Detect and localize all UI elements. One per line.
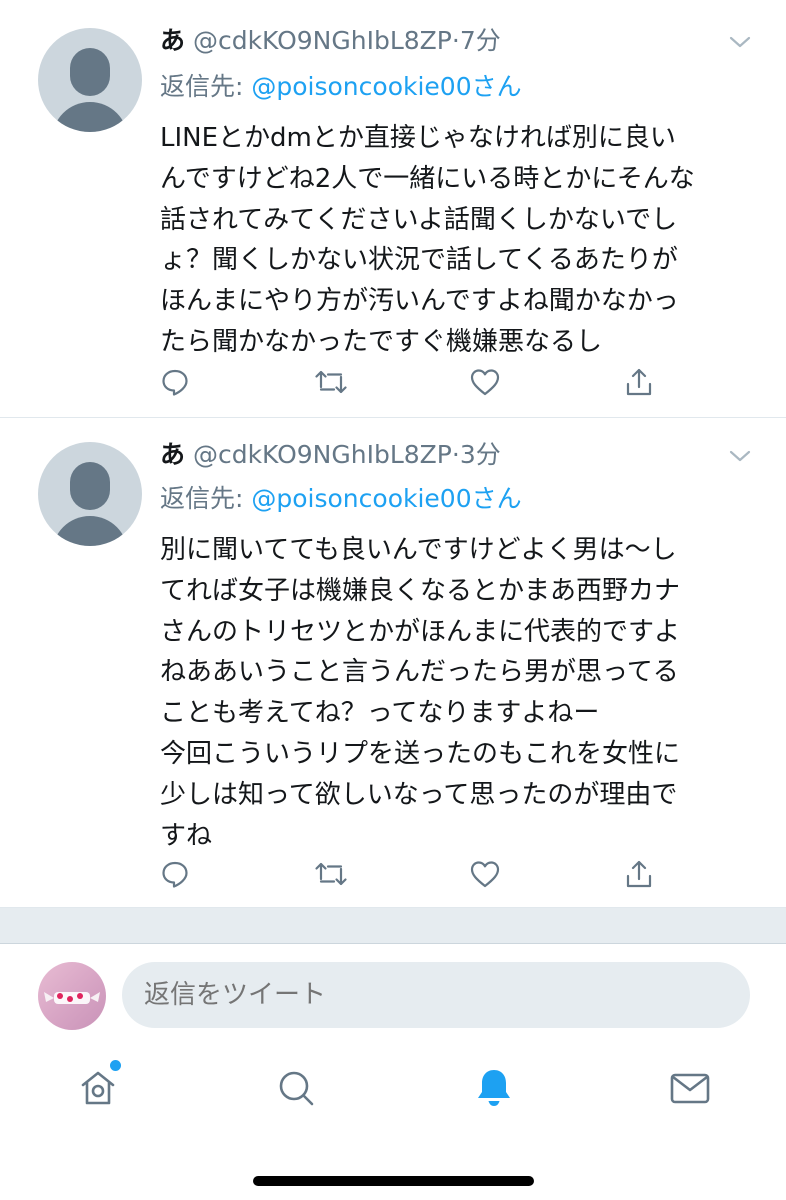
reply-mention-link[interactable]: @poisoncookie00さん <box>251 72 521 101</box>
tab-search[interactable] <box>274 1066 318 1110</box>
avatar-default[interactable] <box>38 442 142 546</box>
bottom-tab-bar <box>0 1044 786 1200</box>
reply-to-line: 返信先: @poisoncookie00さん <box>160 484 522 514</box>
notifications-bell-icon <box>478 1070 510 1106</box>
avatar-default[interactable] <box>38 28 142 132</box>
search-icon <box>279 1071 314 1106</box>
reply-prefix: 返信先: <box>160 484 252 513</box>
avatar-candy-image <box>44 992 100 1004</box>
reply-to-line: 返信先: @poisoncookie00さん <box>160 72 522 102</box>
messages-envelope-icon <box>670 1073 710 1104</box>
avatar-body-shape <box>52 102 128 132</box>
home-icon <box>81 1071 115 1105</box>
tweet-text: 別に聞いてても良いんですけどよく男は〜し てれば女子は機嫌良くなるとかまあ西野カ… <box>160 535 681 851</box>
timestamp[interactable]: 3分 <box>460 440 501 469</box>
share-icon <box>626 860 652 888</box>
my-avatar[interactable] <box>38 962 106 1030</box>
reply-button[interactable] <box>155 854 195 894</box>
chevron-down-icon[interactable] <box>728 444 752 468</box>
section-divider <box>0 908 786 944</box>
display-name[interactable]: あ <box>160 440 185 469</box>
like-button[interactable] <box>465 854 505 894</box>
display-name[interactable]: あ <box>160 26 185 55</box>
reply-mention-link[interactable]: @poisoncookie00さん <box>251 484 521 513</box>
reply-prefix: 返信先: <box>160 72 252 101</box>
tab-home[interactable] <box>76 1066 120 1110</box>
avatar-body-shape <box>52 516 128 546</box>
share-button[interactable] <box>619 854 659 894</box>
heart-icon <box>470 369 500 396</box>
tweet-actions <box>0 362 786 402</box>
tab-messages[interactable] <box>668 1066 712 1110</box>
reply-icon <box>162 861 188 888</box>
timestamp[interactable]: 7分 <box>460 26 501 55</box>
tweet-1[interactable]: あ @cdkKO9NGhIbL8ZP·7分 返信先: @poisoncookie… <box>0 0 786 418</box>
user-handle[interactable]: @cdkKO9NGhIbL8ZP <box>193 26 452 55</box>
reply-icon <box>162 369 188 396</box>
tab-notifications[interactable] <box>472 1066 516 1110</box>
tweet-2[interactable]: あ @cdkKO9NGhIbL8ZP·3分 返信先: @poisoncookie… <box>0 418 786 908</box>
share-button[interactable] <box>619 362 659 402</box>
separator-dot: · <box>451 26 460 55</box>
heart-icon <box>470 861 500 888</box>
retweet-button[interactable] <box>311 362 351 402</box>
chevron-down-icon[interactable] <box>728 30 752 54</box>
home-indicator-bar <box>253 1176 534 1186</box>
share-icon <box>626 368 652 396</box>
reply-tweet-input[interactable] <box>122 962 750 1028</box>
new-content-dot <box>110 1060 121 1071</box>
like-button[interactable] <box>465 362 505 402</box>
user-handle[interactable]: @cdkKO9NGhIbL8ZP <box>193 440 452 469</box>
separator-dot: · <box>451 440 460 469</box>
avatar-head-shape <box>70 462 110 510</box>
tweet-text: LINEとかdmとか直接じゃなければ別に良い んですけどね2人で一緒にいる時とか… <box>160 123 695 357</box>
tweet-actions <box>0 854 786 894</box>
tweet-header: あ @cdkKO9NGhIbL8ZP·3分 <box>160 440 501 470</box>
reply-button[interactable] <box>155 362 195 402</box>
retweet-icon <box>315 370 347 394</box>
retweet-button[interactable] <box>311 854 351 894</box>
avatar-head-shape <box>70 48 110 96</box>
reply-composer <box>0 944 786 1044</box>
tweet-header: あ @cdkKO9NGhIbL8ZP·7分 <box>160 26 501 56</box>
retweet-icon <box>315 862 347 886</box>
